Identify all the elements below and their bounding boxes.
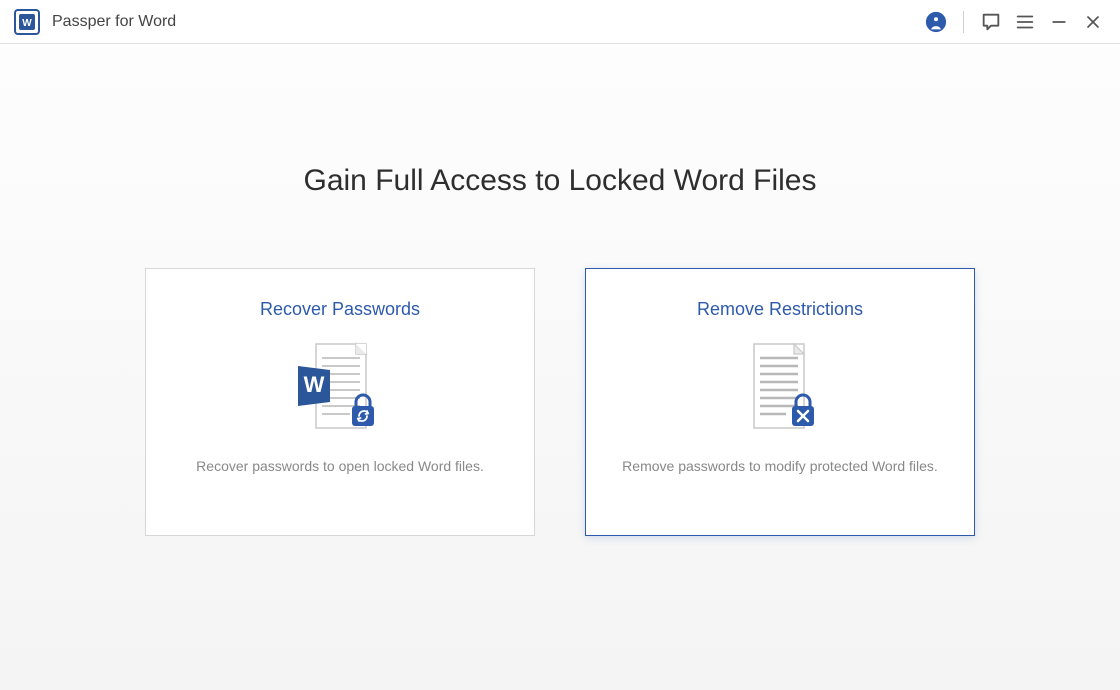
document-lock-remove-icon [730,340,830,438]
menu-icon[interactable] [1008,5,1042,39]
svg-text:W: W [304,372,325,397]
toolbar-separator [963,11,964,33]
card-recover-passwords[interactable]: Recover Passwords [145,268,535,536]
app-logo-icon: W [14,9,40,35]
app-window: W Passper for Word [0,0,1120,690]
option-cards: Recover Passwords [145,268,975,536]
card-title: Recover Passwords [260,299,420,320]
card-desc: Remove passwords to modify protected Wor… [622,458,938,474]
titlebar: W Passper for Word [0,0,1120,44]
minimize-button[interactable] [1042,5,1076,39]
svg-text:W: W [22,18,32,29]
main-content: Gain Full Access to Locked Word Files Re… [0,44,1120,690]
card-remove-restrictions[interactable]: Remove Restrictions [585,268,975,536]
account-icon[interactable] [919,5,953,39]
close-button[interactable] [1076,5,1110,39]
card-title: Remove Restrictions [697,299,863,320]
page-title: Gain Full Access to Locked Word Files [304,164,817,198]
card-desc: Recover passwords to open locked Word fi… [196,458,484,474]
word-lock-sync-icon: W [290,340,390,438]
feedback-icon[interactable] [974,5,1008,39]
app-title: Passper for Word [52,13,176,31]
